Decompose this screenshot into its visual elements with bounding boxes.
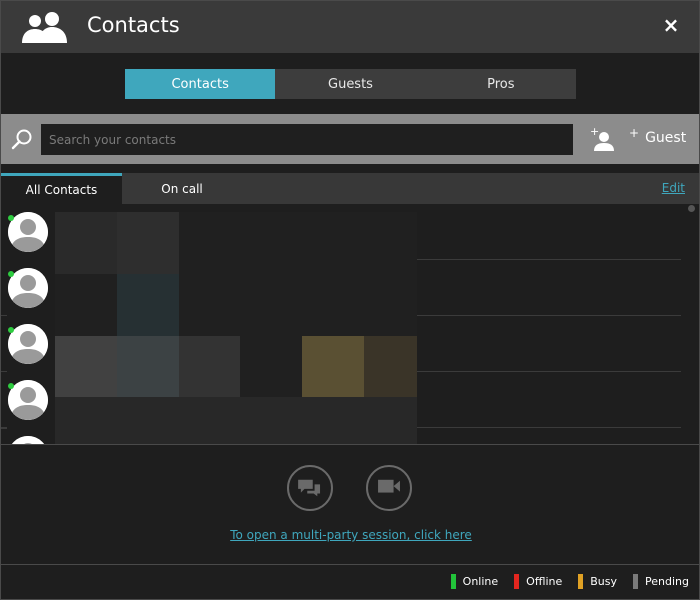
avatar [8,436,48,444]
svg-text:+: + [590,126,599,138]
close-icon[interactable]: × [661,15,681,35]
status-online-indicator [8,327,14,333]
redaction-block [179,336,240,397]
tab-pros[interactable]: Pros [426,69,576,99]
status-legend: Online Offline Busy Pending [435,574,689,589]
legend-label: Busy [590,575,618,588]
tab-guests[interactable]: Guests [275,69,425,99]
redaction-block [55,336,117,397]
chat-bubbles-icon [298,479,321,497]
busy-swatch [578,574,584,589]
tab-contacts[interactable]: Contacts [125,69,276,99]
legend-label: Online [462,575,499,588]
status-online-indicator [8,383,14,389]
contact-list [1,204,699,444]
multi-party-session-link[interactable]: To open a multi-party session, click her… [1,528,699,542]
divider [1,444,699,445]
divider [1,564,699,565]
avatar [8,380,48,420]
contacts-group-icon [22,12,67,43]
redaction-block [55,397,417,444]
legend-label: Pending [645,575,689,588]
video-call-button[interactable] [366,465,412,511]
add-contact-icon[interactable]: + [589,126,615,152]
legend-pending: Pending [633,574,689,589]
search-bar: + + Guest [1,114,699,164]
user-silhouette-icon [8,380,48,420]
contact-filter-tabs: All Contacts On call Edit [1,173,699,204]
legend-label: Offline [526,575,563,588]
contact-type-tabs: Contacts Guests Pros [125,69,576,99]
status-online-indicator [8,271,14,277]
status-online-indicator [8,215,14,221]
redaction-block [117,274,179,336]
avatar [8,268,48,308]
avatar [8,324,48,364]
legend-offline: Offline [514,574,562,589]
redaction-block [364,336,417,397]
add-guest-label: Guest [645,130,687,146]
search-icon[interactable] [11,128,33,150]
add-guest-button[interactable]: + Guest [629,126,687,146]
offline-swatch [514,574,520,589]
online-swatch [450,574,456,589]
user-silhouette-icon [8,436,48,444]
search-input[interactable] [41,124,573,155]
tab-on-call[interactable]: On call [122,173,242,204]
legend-online: Online [450,574,499,589]
redaction-block [117,212,179,274]
video-camera-icon [378,479,400,493]
edit-link[interactable]: Edit [662,181,685,195]
contacts-window: Contacts × Contacts Guests Pros + + Guest… [0,0,700,600]
scrollbar-thumb[interactable] [688,205,695,212]
redaction-block [117,336,179,397]
user-silhouette-icon [8,268,48,308]
title-bar: Contacts × [1,1,699,53]
tab-all-contacts[interactable]: All Contacts [1,173,122,204]
chat-button[interactable] [287,465,333,511]
add-guest-plus: + [629,126,640,140]
user-silhouette-icon [8,212,48,252]
row-divider [1,428,7,429]
redaction-block [55,212,117,274]
window-title: Contacts [87,13,180,37]
avatar [8,212,48,252]
pending-swatch [633,574,639,589]
legend-busy: Busy [578,574,617,589]
user-silhouette-icon [8,324,48,364]
redaction-block [302,336,364,397]
